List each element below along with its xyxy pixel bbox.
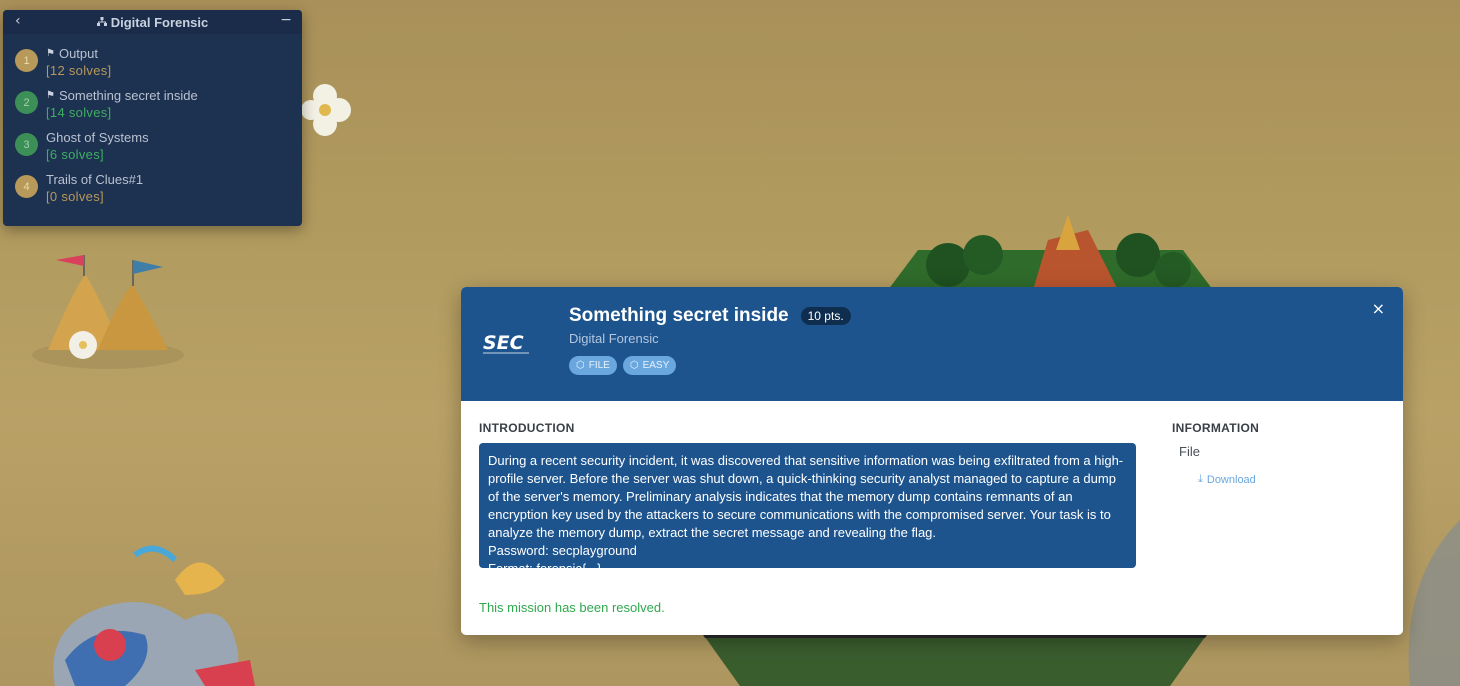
challenge-number: 3: [15, 133, 38, 156]
tag-easy: ⬡ EASY: [622, 356, 677, 375]
challenge-item-something-secret-inside[interactable]: 2 ⚑ Something secret inside [14 solves]: [3, 84, 302, 126]
tag-list: ⬡ FILE ⬡ EASY: [569, 356, 677, 375]
logo-text: SEC: [483, 332, 524, 354]
challenge-list: 1 ⚑ Output [12 solves] 2 ⚑ Something secre…: [3, 34, 302, 210]
panel-title: Digital Forensic: [96, 14, 209, 30]
challenge-category: Digital Forensic: [569, 331, 659, 346]
flag-icon: ⚑: [46, 90, 55, 101]
challenge-solves: [12 solves]: [46, 63, 112, 78]
modal-body: INTRODUCTION During a recent security in…: [461, 401, 1403, 635]
introduction-heading: INTRODUCTION: [479, 421, 575, 435]
flower-decoration: [301, 84, 351, 136]
challenge-item-output[interactable]: 1 ⚑ Output [12 solves]: [3, 42, 302, 84]
tag-icon: ⬡: [629, 360, 639, 371]
back-icon[interactable]: ‹: [15, 13, 21, 29]
tag-label: EASY: [642, 360, 670, 371]
challenge-name: Something secret inside: [58, 88, 198, 103]
info-type: File: [1179, 444, 1200, 459]
challenge-name: Output: [58, 46, 98, 61]
challenge-item-trails-of-clues[interactable]: 4 Trails of Clues#1 [0 solves]: [3, 168, 302, 210]
stupa-decoration: [32, 255, 184, 369]
resolved-status: This mission has been resolved.: [479, 600, 665, 615]
tag-icon: ⬡: [576, 360, 585, 371]
panel-header: ‹ Digital Forensic −: [3, 10, 302, 34]
challenge-modal: SEC Something secret inside 10 pts. Digi…: [461, 287, 1403, 635]
challenge-solves: [14 solves]: [46, 105, 112, 120]
information-heading: INFORMATION: [1172, 421, 1260, 435]
password-line: Password: secplayground: [488, 543, 637, 558]
challenge-description: During a recent security incident, it wa…: [479, 443, 1136, 576]
download-icon: ⤓: [1198, 473, 1203, 485]
shadow-curve-decoration: [1408, 520, 1460, 686]
challenge-number: 4: [15, 175, 38, 198]
download-link[interactable]: ⤓ Download: [1198, 473, 1256, 486]
download-label: Download: [1206, 473, 1256, 486]
panel-title-text: Digital Forensic: [110, 14, 209, 30]
island-base-decoration: [700, 630, 1210, 686]
close-icon[interactable]: ×: [1372, 299, 1385, 318]
challenge-name: Trails of Clues#1: [46, 172, 144, 187]
challenge-list-panel: ‹ Digital Forensic − 1 ⚑ Output [12 solve…: [3, 10, 302, 226]
challenge-number: 2: [15, 91, 38, 114]
challenge-name: Ghost of Systems: [46, 130, 149, 145]
flag-icon: ⚑: [46, 48, 55, 59]
challenge-solves: [0 solves]: [46, 189, 104, 204]
challenge-solves: [6 solves]: [46, 147, 104, 162]
format-line: Format: forensic{...}: [488, 561, 602, 576]
sitemap-icon: [96, 17, 107, 26]
description-paragraph: During a recent security incident, it wa…: [488, 453, 1124, 540]
tag-label: FILE: [588, 360, 610, 371]
points-badge: 10 pts.: [800, 307, 851, 325]
minimize-icon[interactable]: −: [280, 12, 292, 28]
secplayground-logo: SEC: [483, 332, 529, 354]
challenge-item-ghost-of-systems[interactable]: 3 Ghost of Systems [6 solves]: [3, 126, 302, 168]
temple-island-decoration: [888, 215, 1213, 290]
modal-title-row: Something secret inside 10 pts.: [569, 305, 851, 327]
tag-file: ⬡ FILE: [569, 356, 617, 375]
challenge-title: Something secret inside: [569, 305, 789, 326]
elephant-decoration: [53, 545, 255, 686]
challenge-number: 1: [15, 49, 38, 72]
modal-header: SEC Something secret inside 10 pts. Digi…: [461, 287, 1403, 401]
